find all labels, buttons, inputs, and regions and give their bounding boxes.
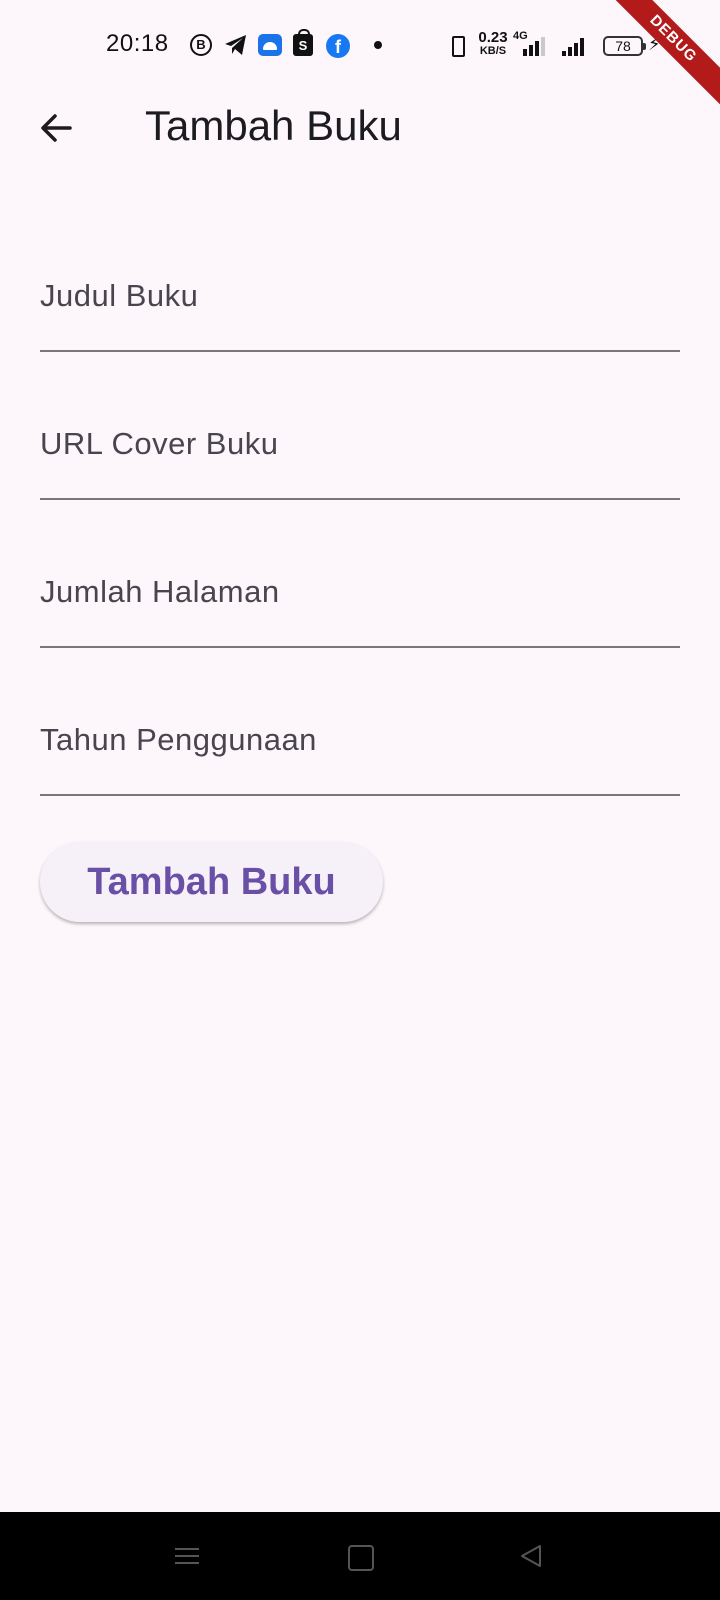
battery-icon: 78: [603, 36, 646, 56]
status-time: 20:18: [106, 30, 169, 57]
menu-icon[interactable]: [165, 1534, 209, 1578]
back-button[interactable]: [28, 100, 84, 156]
b-icon: B: [190, 34, 212, 56]
page-count-field[interactable]: Jumlah Halaman: [40, 538, 680, 648]
signal-sim2-icon: [562, 36, 584, 56]
cover-url-field[interactable]: URL Cover Buku: [40, 390, 680, 500]
system-navigation-bar: [0, 1512, 720, 1600]
network-speed-unit: KB/S: [479, 45, 507, 57]
home-icon[interactable]: [337, 1534, 381, 1578]
network-speed-value: 0.23: [478, 29, 508, 46]
add-book-button[interactable]: Tambah Buku: [40, 842, 383, 922]
title-field[interactable]: Judul Buku: [40, 242, 680, 352]
arrow-back-icon: [41, 114, 72, 142]
android-icon: [258, 34, 282, 56]
page-count-field-label: Jumlah Halaman: [40, 574, 280, 609]
cover-url-field-label: URL Cover Buku: [40, 426, 279, 461]
status-bar: 20:18 B S f 0.23 KB/S 4G 78 ⚡: [0, 0, 720, 92]
screen: 20:18 B S f 0.23 KB/S 4G 78 ⚡ DEBUG Tamb…: [0, 0, 720, 1600]
app-bar: Tambah Buku: [0, 92, 720, 160]
shopee-icon: S: [293, 29, 313, 56]
vibrate-icon: [447, 35, 467, 57]
network-speed: 0.23 KB/S: [475, 30, 511, 57]
year-field-label: Tahun Penggunaan: [40, 722, 317, 757]
signal-sim1-icon: [523, 36, 545, 56]
back-triangle-icon[interactable]: [510, 1534, 554, 1578]
page-title: Tambah Buku: [145, 102, 402, 149]
telegram-icon: [225, 35, 246, 55]
more-notifications-dot-icon: [374, 41, 382, 49]
title-field-label: Judul Buku: [40, 278, 199, 313]
year-field[interactable]: Tahun Penggunaan: [40, 686, 680, 796]
facebook-icon: f: [326, 34, 350, 58]
